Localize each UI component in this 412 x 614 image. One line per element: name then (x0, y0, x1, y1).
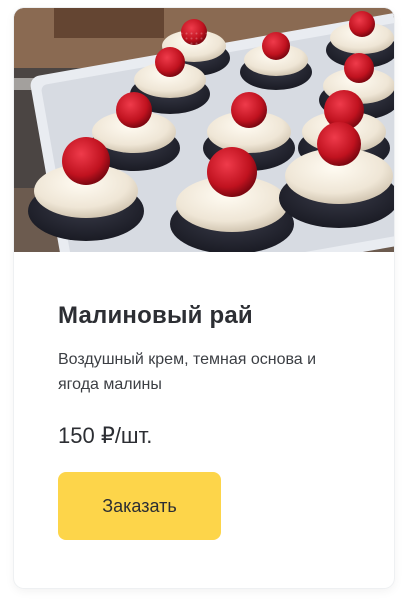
product-price: 150 ₽/шт. (58, 423, 153, 448)
product-photo (14, 8, 394, 252)
product-card: Малиновый рай Воздушный крем, темная осн… (14, 8, 394, 588)
product-title: Малиновый рай (58, 302, 253, 329)
product-description: Воздушный крем, темная основа и ягода ма… (58, 351, 317, 393)
order-button[interactable]: Заказать (58, 472, 221, 540)
